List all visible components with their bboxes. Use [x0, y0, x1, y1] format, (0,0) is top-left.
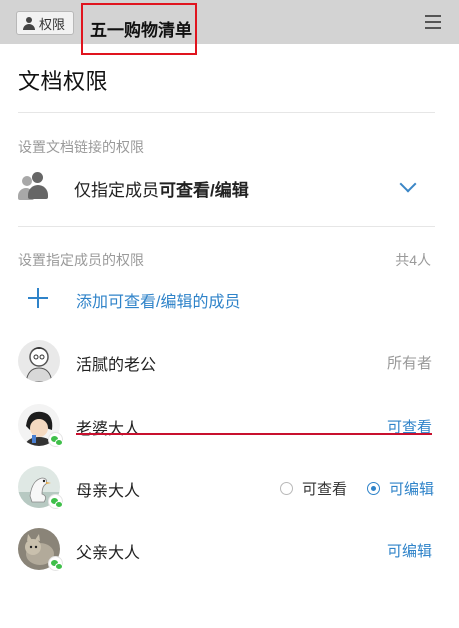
add-member-button[interactable]: 添加可查看/编辑的成员	[18, 284, 318, 314]
member-count: 共4人	[395, 252, 431, 268]
divider	[18, 112, 435, 113]
document-title: 五一购物清单	[81, 3, 197, 55]
person-icon	[22, 16, 36, 30]
annotation-underline	[76, 433, 432, 435]
edit-permission-option[interactable]: 可编辑	[367, 478, 434, 499]
member-row[interactable]: 老婆大人 可查看	[0, 404, 459, 452]
wechat-icon	[48, 556, 63, 571]
member-name: 父亲大人	[76, 545, 141, 562]
permission-chip-label: 权限	[39, 16, 66, 32]
radio-unchecked-icon	[280, 482, 293, 495]
member-permission-dropdown[interactable]: 可编辑	[387, 540, 432, 561]
top-bar: 权限	[0, 0, 459, 44]
wechat-icon	[48, 432, 63, 447]
radio-checked-icon	[367, 482, 380, 495]
member-name: 活腻的老公	[76, 357, 157, 374]
view-option-label: 可查看	[302, 481, 348, 498]
avatar	[18, 340, 60, 382]
page-title: 文档权限	[18, 69, 109, 94]
chevron-down-icon[interactable]	[399, 175, 417, 193]
member-name: 母亲大人	[76, 483, 141, 500]
member-row[interactable]: 活腻的老公 所有者	[0, 340, 459, 388]
permission-chip[interactable]: 权限	[16, 11, 74, 35]
link-permission-text: 仅指定成员可查看/编辑	[74, 176, 249, 201]
members-section-label: 设置指定成员的权限	[18, 252, 144, 268]
edit-option-label: 可编辑	[389, 481, 435, 498]
link-permission-selector[interactable]: 仅指定成员可查看/编辑	[18, 166, 428, 210]
member-name: 老婆大人	[76, 421, 141, 438]
member-row[interactable]: 母亲大人 可查看 可编辑	[0, 466, 459, 514]
menu-icon[interactable]	[425, 15, 441, 29]
link-permission-prefix: 仅指定成员	[74, 181, 159, 200]
plus-icon	[28, 288, 48, 308]
link-section-label: 设置文档链接的权限	[18, 139, 144, 155]
wechat-icon	[48, 494, 63, 509]
add-member-label: 添加可查看/编辑的成员	[76, 294, 241, 311]
people-icon	[18, 172, 54, 202]
member-row[interactable]: 父亲大人 可编辑	[0, 528, 459, 576]
view-permission-option[interactable]: 可查看	[280, 478, 347, 499]
divider	[18, 226, 435, 227]
link-permission-bold: 可查看/编辑	[159, 181, 249, 200]
member-role: 所有者	[386, 355, 432, 372]
